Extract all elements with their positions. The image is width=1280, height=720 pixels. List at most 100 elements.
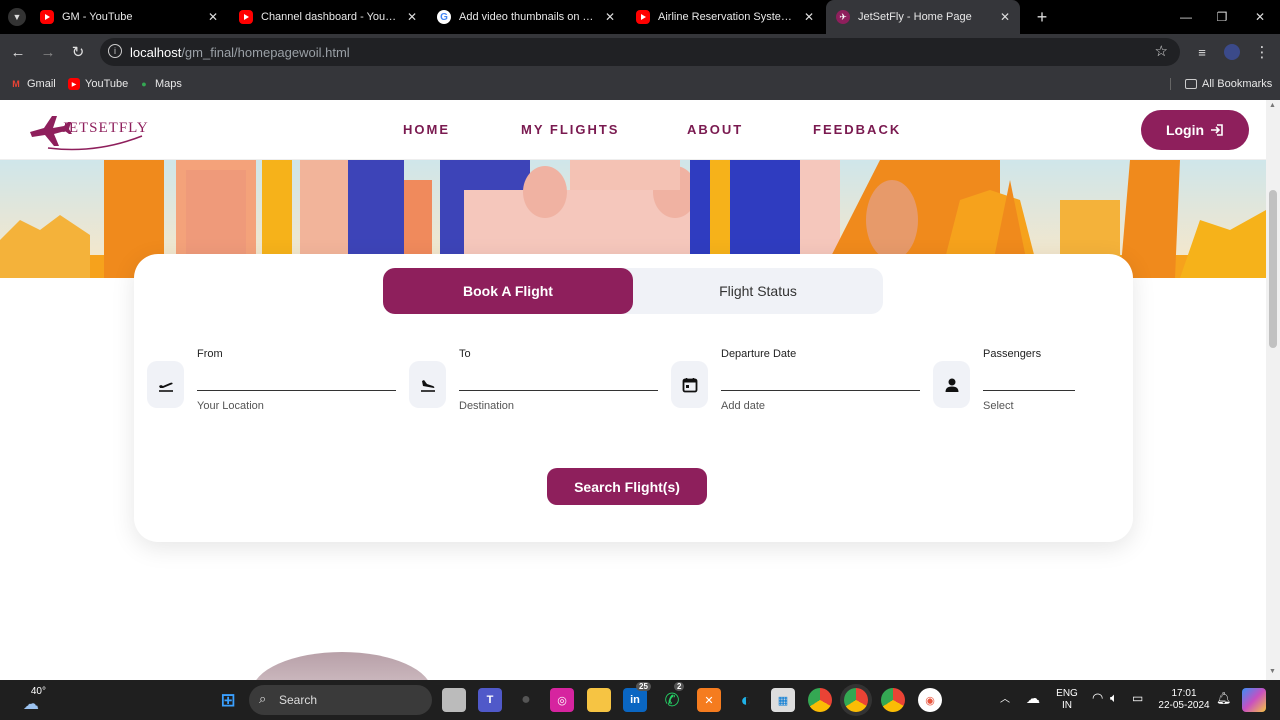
close-icon[interactable]: ✕ [1000, 10, 1010, 24]
browser-tab[interactable]: GM - YouTube ✕ [30, 0, 228, 34]
scrollbar-thumb[interactable] [1269, 190, 1277, 348]
tab-title: Add video thumbnails on YouTu [459, 11, 599, 23]
gmail-icon: M [12, 79, 20, 89]
scroll-down-icon[interactable]: ▼ [1269, 668, 1276, 675]
window-close-button[interactable]: ✕ [1240, 0, 1280, 34]
bookmark-gmail[interactable]: M Gmail [10, 78, 56, 90]
avatar [1224, 44, 1240, 60]
bookmark-label: YouTube [85, 78, 129, 90]
nav-about[interactable]: ABOUT [687, 122, 743, 137]
xampp-app[interactable]: ✕ [697, 688, 721, 712]
close-icon[interactable]: ✕ [208, 10, 218, 24]
bookmark-maps[interactable]: ● Maps [138, 78, 182, 90]
search-flights-button[interactable]: Search Flight(s) [547, 468, 707, 505]
browser-tab[interactable]: G Add video thumbnails on YouTu ✕ [427, 0, 625, 34]
all-bookmarks[interactable]: All Bookmarks [1170, 78, 1272, 90]
xampp-icon: ✕ [704, 694, 714, 707]
volume-icon[interactable]: 🔈︎ [1110, 691, 1118, 704]
teams-app[interactable]: T [478, 688, 502, 712]
profile-button[interactable] [1222, 42, 1242, 62]
browser-tab[interactable]: Channel dashboard - YouTube S ✕ [229, 0, 427, 34]
linkedin-app[interactable]: in 25 [623, 682, 651, 712]
bookmark-label: Gmail [27, 78, 56, 90]
tab-flight-status[interactable]: Flight Status [633, 268, 883, 314]
file-explorer-app[interactable] [587, 688, 611, 712]
page-scrollbar[interactable]: ▲ ▼ [1266, 100, 1280, 680]
url-host: localhost [130, 44, 182, 60]
app-icon[interactable]: ● [514, 688, 538, 712]
chrome-app[interactable] [881, 688, 905, 712]
language-code: ENG [1056, 688, 1078, 699]
instagram-app[interactable]: ◎ [550, 688, 574, 712]
notification-bell-icon[interactable]: 🔔︎ [1216, 692, 1231, 704]
reload-button[interactable]: ↻ [68, 42, 88, 62]
new-tab-button[interactable]: + [1022, 0, 1062, 34]
menu-button[interactable]: ⋮ [1252, 42, 1272, 62]
clock[interactable]: 17:01 22-05-2024 [1152, 688, 1216, 712]
language-indicator[interactable]: ENG IN [1054, 688, 1080, 712]
passengers-select[interactable] [983, 390, 1075, 391]
to-field: To Destination [409, 344, 659, 424]
close-icon[interactable]: ✕ [804, 10, 814, 24]
forward-button[interactable]: → [38, 42, 58, 62]
app-icon[interactable]: ◉ [918, 688, 942, 712]
clock-time: 17:01 [1171, 688, 1197, 699]
close-icon[interactable]: ✕ [605, 10, 615, 24]
scroll-up-icon[interactable]: ▲ [1269, 102, 1276, 109]
onedrive-icon[interactable]: ☁ [1026, 691, 1040, 705]
login-icon [1211, 124, 1223, 136]
bookmark-youtube[interactable]: ▶ YouTube [68, 78, 128, 90]
tab-book-a-flight[interactable]: Book A Flight [383, 268, 633, 314]
taskbar-search[interactable]: ⌕ Search [249, 685, 432, 715]
tray-overflow-button[interactable]: ︿ [1000, 694, 1010, 706]
arrow-right-icon: → [40, 43, 56, 61]
login-button[interactable]: Login [1141, 110, 1249, 150]
tab-search-button[interactable]: ▼ [4, 0, 30, 34]
wifi-icon[interactable]: ◠ [1092, 691, 1103, 704]
edge-app[interactable]: ◐ [734, 688, 758, 712]
minimize-button[interactable]: — [1166, 0, 1206, 34]
notification-badge: 25 [636, 682, 651, 691]
to-label: To [459, 348, 471, 360]
copilot-button[interactable] [1242, 688, 1266, 712]
nav-feedback[interactable]: FEEDBACK [813, 122, 901, 137]
departure-date-input[interactable] [721, 390, 920, 391]
weather-widget[interactable]: 40° ☁ [16, 686, 46, 713]
to-input[interactable] [459, 390, 658, 391]
whatsapp-app[interactable]: ✆ 2 [660, 682, 685, 712]
restore-button[interactable]: ❐ [1202, 0, 1242, 34]
task-view-button[interactable] [442, 688, 466, 712]
from-input[interactable] [197, 390, 396, 391]
browser-tab-strip: ▼ GM - YouTube ✕ Channel dashboard - You… [0, 0, 1280, 34]
arrow-left-icon: ← [10, 43, 26, 61]
battery-icon[interactable]: ▭ [1132, 692, 1143, 704]
site-logo[interactable]: JETSETFLY [26, 110, 152, 152]
chrome-app[interactable] [808, 688, 832, 712]
info-icon[interactable]: i [108, 44, 122, 58]
login-label: Login [1165, 122, 1205, 138]
windows-start-button[interactable]: ⊞ [216, 688, 240, 712]
nav-my-flights[interactable]: MY FLIGHTS [521, 122, 619, 137]
browser-tab-active[interactable]: ✈ JetSetFly - Home Page ✕ [826, 0, 1020, 34]
back-button[interactable]: ← [8, 42, 28, 62]
media-control-button[interactable]: ≡ [1192, 42, 1212, 62]
departure-date-placeholder: Add date [721, 400, 766, 412]
chrome-app-active[interactable] [844, 688, 868, 712]
browser-tab[interactable]: Airline Reservation System Proje ✕ [626, 0, 824, 34]
tab-title: GM - YouTube [62, 11, 133, 23]
plane-arrival-icon [409, 361, 446, 408]
taskbar-search-label: Search [279, 693, 318, 707]
nav-home[interactable]: HOME [403, 122, 450, 137]
calendar-icon [671, 361, 708, 408]
youtube-icon: ▶ [68, 78, 80, 90]
close-icon[interactable]: ✕ [407, 10, 417, 24]
from-label: From [197, 348, 223, 360]
store-app[interactable]: ▦ [771, 688, 795, 712]
plus-icon: + [1036, 6, 1048, 27]
site-navbar: JETSETFLY HOME MY FLIGHTS ABOUT FEEDBACK… [0, 100, 1266, 160]
bookmark-star-icon[interactable]: ☆ [1155, 42, 1168, 60]
url-path: /gm_final/homepagewoil.html [181, 44, 350, 60]
departure-date-label: Departure Date [721, 348, 797, 360]
cloud-icon: ☁ [23, 696, 39, 713]
address-bar[interactable]: i localhost/gm_final/homepagewoil.html ☆ [100, 38, 1180, 66]
